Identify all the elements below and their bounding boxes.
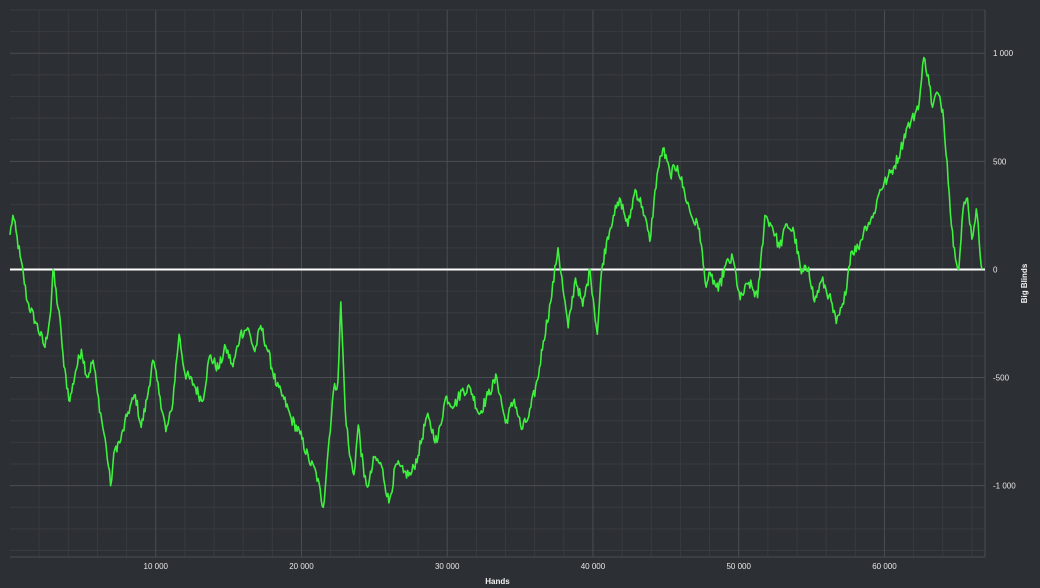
y-axis-title: Big Blinds — [1020, 263, 1029, 303]
x-tick-label: 60 000 — [872, 562, 897, 571]
y-tick-label: 1 000 — [993, 49, 1014, 58]
y-tick-label: -1 000 — [993, 482, 1016, 491]
chart: 10 000 20 000 30 000 40 000 50 000 60 000 1 0… — [0, 0, 1040, 588]
x-axis-title: Hands — [485, 577, 510, 586]
x-tick-label: 20 000 — [289, 562, 314, 571]
x-tick-label: 30 000 — [435, 562, 460, 571]
y-tick-label: 500 — [993, 157, 1007, 166]
x-tick-label: 10 000 — [144, 562, 169, 571]
y-tick-label: 0 — [993, 265, 998, 274]
y-tick-label: -500 — [993, 374, 1010, 383]
chart-svg: 10 000 20 000 30 000 40 000 50 000 60 000 1 0… — [0, 0, 1040, 588]
x-tick-label: 40 000 — [581, 562, 606, 571]
x-tick-label: 50 000 — [726, 562, 751, 571]
